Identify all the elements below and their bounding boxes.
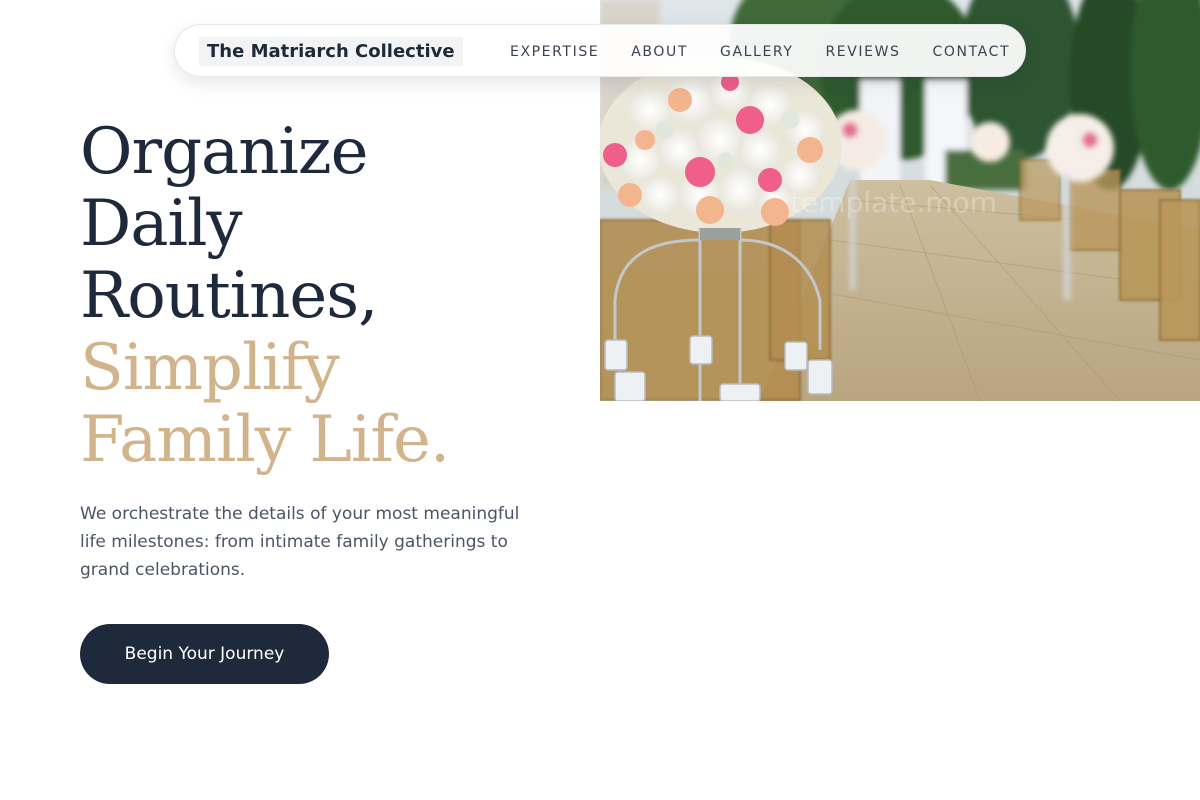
hero-headline: Organize Daily Routines, Simplify Family… <box>80 115 450 477</box>
hero-description: We orchestrate the details of your most … <box>80 504 520 580</box>
nav-link-reviews[interactable]: REVIEWS <box>825 44 900 60</box>
nav-link-about[interactable]: ABOUT <box>631 44 688 60</box>
nav-links: EXPERTISE ABOUT GALLERY REVIEWS CONTACT <box>510 25 1010 78</box>
top-navigation: The Matriarch Collective EXPERTISE ABOUT… <box>174 24 1026 77</box>
headline-line: Organize <box>80 115 368 189</box>
nav-link-gallery[interactable]: GALLERY <box>720 44 793 60</box>
brand-logo[interactable]: The Matriarch Collective <box>199 37 463 66</box>
headline-accent-line: Family Life. <box>80 403 450 477</box>
headline-line: Routines, <box>80 259 378 333</box>
nav-link-expertise[interactable]: EXPERTISE <box>510 44 599 60</box>
begin-journey-button[interactable]: Begin Your Journey <box>80 624 329 684</box>
headline-line: Daily <box>80 187 243 261</box>
headline-accent-line: Simplify <box>80 331 340 405</box>
landing-page: template.mom The Matriarch Collective EX… <box>0 0 1200 800</box>
nav-link-contact[interactable]: CONTACT <box>933 44 1011 60</box>
watermark: template.mom <box>790 186 997 219</box>
